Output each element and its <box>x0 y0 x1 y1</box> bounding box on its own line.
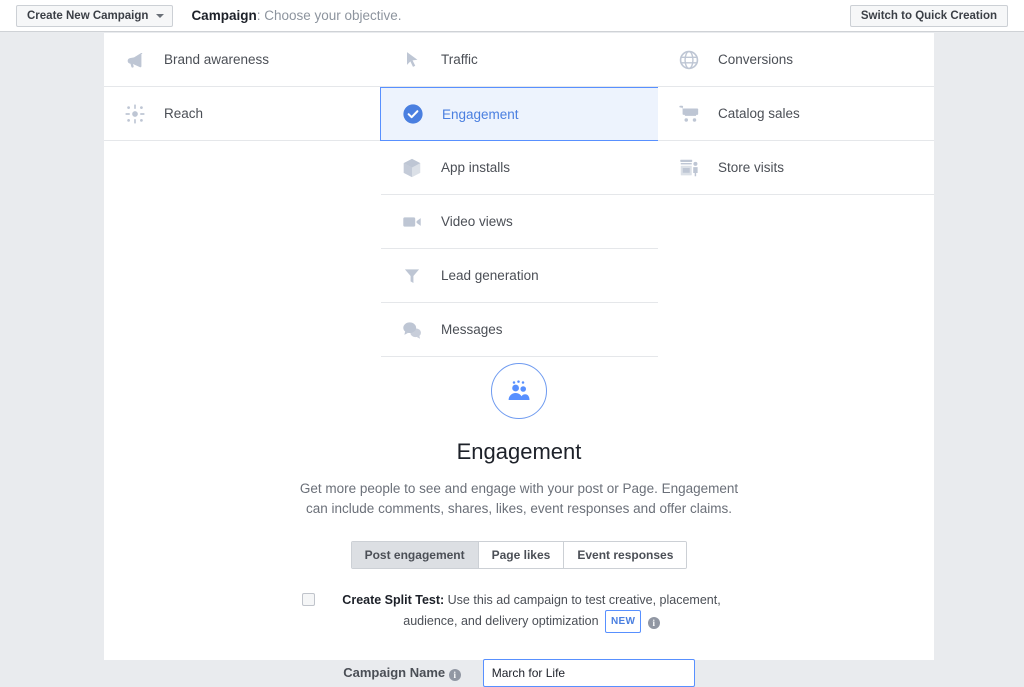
campaign-name-label-text: Campaign Name <box>343 665 446 680</box>
funnel-icon <box>399 263 425 289</box>
objective-store-visits[interactable]: Store visits <box>658 141 934 195</box>
objective-label: Messages <box>441 322 503 337</box>
campaign-name-label: Campaign Name i <box>343 665 461 681</box>
objective-label: Engagement <box>442 106 519 122</box>
objective-app-installs[interactable]: App installs <box>381 141 658 195</box>
objective-label: Store visits <box>718 160 785 175</box>
objective-label: Conversions <box>718 52 794 67</box>
storefront-icon <box>676 155 702 181</box>
objective-column-awareness: Brand awareness Reach <box>104 33 381 195</box>
switch-to-quick-creation-label: Switch to Quick Creation <box>860 10 997 22</box>
objective-lead-generation[interactable]: Lead generation <box>381 249 658 303</box>
objective-label: Reach <box>164 106 204 121</box>
page-title-bold: Campaign <box>191 8 257 23</box>
campaign-name-input[interactable] <box>482 659 695 687</box>
shopping-cart-icon <box>676 101 702 127</box>
page-body: Brand awareness Reach Traffic Engagement… <box>0 33 1024 687</box>
page-title: Campaign: Choose your objective. <box>191 8 401 23</box>
objective-reach[interactable]: Reach <box>104 87 381 141</box>
page-title-rest: : Choose your objective. <box>256 8 402 23</box>
split-test-label-bold: Create Split Test: <box>342 593 445 607</box>
objective-detail-panel: Engagement Get more people to see and en… <box>104 363 934 687</box>
objective-catalog-sales[interactable]: Catalog sales <box>658 87 934 141</box>
megaphone-icon <box>122 47 148 73</box>
split-test-row: Create Split Test: Use this ad campaign … <box>284 591 754 633</box>
objective-label: App installs <box>441 160 511 175</box>
tab-page-likes[interactable]: Page likes <box>478 542 565 568</box>
objective-label: Video views <box>441 214 513 229</box>
new-badge: NEW <box>605 610 642 633</box>
objective-messages[interactable]: Messages <box>381 303 658 357</box>
engagement-type-tabs: Post engagement Page likes Event respons… <box>350 541 688 569</box>
objective-column-filler <box>104 141 381 195</box>
objective-grid: Brand awareness Reach Traffic Engagement… <box>104 33 934 357</box>
info-icon[interactable]: i <box>647 617 660 629</box>
content-panel: Brand awareness Reach Traffic Engagement… <box>104 33 934 687</box>
objective-label: Lead generation <box>441 268 539 283</box>
objective-conversions[interactable]: Conversions <box>658 33 934 87</box>
objective-brand-awareness[interactable]: Brand awareness <box>104 33 381 87</box>
tab-post-engagement[interactable]: Post engagement <box>351 542 479 568</box>
split-test-checkbox[interactable] <box>301 593 315 606</box>
objective-column-conversion: Conversions Catalog sales Store visits <box>658 33 934 249</box>
check-circle-icon <box>400 101 426 127</box>
objective-engagement[interactable]: Engagement <box>380 87 659 141</box>
people-engagement-icon <box>491 363 547 419</box>
top-bar: Create New Campaign Campaign: Choose you… <box>0 0 1024 32</box>
cube-icon <box>399 155 425 181</box>
switch-to-quick-creation-button[interactable]: Switch to Quick Creation <box>849 5 1008 27</box>
globe-icon <box>676 47 702 73</box>
objective-label: Traffic <box>441 52 478 67</box>
split-test-label: Create Split Test: Use this ad campaign … <box>327 591 737 633</box>
objective-traffic[interactable]: Traffic <box>381 33 658 87</box>
detail-title: Engagement <box>456 439 582 464</box>
objective-label: Catalog sales <box>718 106 800 121</box>
chat-bubbles-icon <box>399 317 425 343</box>
objective-label: Brand awareness <box>164 52 270 67</box>
create-new-campaign-button[interactable]: Create New Campaign <box>16 4 174 27</box>
objective-column-consideration: Traffic Engagement App installs Video vi… <box>380 33 659 357</box>
campaign-name-row: Campaign Name i <box>104 659 934 687</box>
tab-event-responses[interactable]: Event responses <box>564 542 687 568</box>
chevron-down-icon <box>156 13 165 18</box>
objective-column-filler <box>658 195 934 249</box>
video-camera-icon <box>399 209 425 235</box>
detail-description: Get more people to see and engage with y… <box>299 481 739 516</box>
cursor-icon <box>399 47 425 73</box>
create-new-campaign-label: Create New Campaign <box>27 9 149 22</box>
info-icon[interactable]: i <box>448 669 461 681</box>
objective-video-views[interactable]: Video views <box>381 195 658 249</box>
split-test-label-rest: Use this ad campaign to test creative, p… <box>403 593 721 628</box>
starburst-icon <box>122 101 148 127</box>
